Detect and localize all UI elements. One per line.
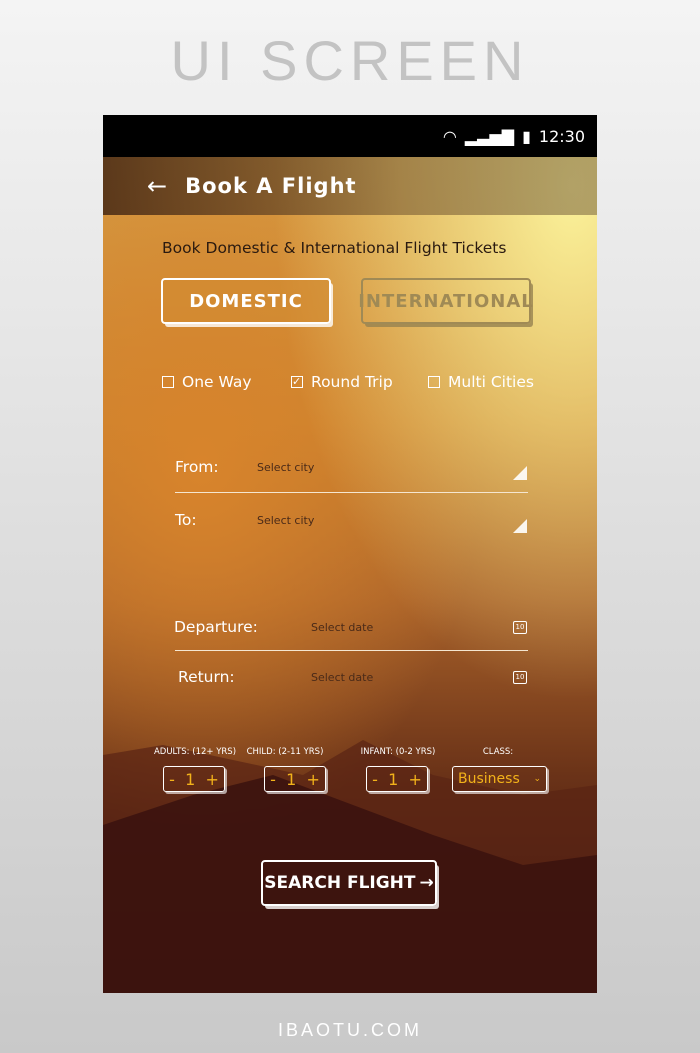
infant-label: INFANT: (0-2 YRS) <box>360 747 436 757</box>
departure-label: Departure: <box>174 618 258 636</box>
header-title: UI SCREEN <box>170 29 530 92</box>
adults-label: ADULTS: (12+ YRS) <box>153 747 237 757</box>
tab-international[interactable]: INTERNATIONAL <box>358 278 533 324</box>
divider <box>175 650 528 651</box>
class-value: Business <box>458 771 520 787</box>
stepper-value: 1 <box>286 769 297 789</box>
departure-placeholder: Select date <box>311 621 374 634</box>
checkbox-icon <box>428 376 440 388</box>
minus-button[interactable]: - <box>169 770 175 789</box>
to-placeholder: Select city <box>257 514 315 527</box>
dropdown-corner-icon <box>513 519 527 533</box>
from-placeholder: Select city <box>257 461 315 474</box>
app-bar: ← Book A Flight <box>103 157 597 215</box>
arrow-right-icon: → <box>419 873 434 893</box>
return-field[interactable]: Return: Select date 10 <box>175 668 527 692</box>
arrow-left-icon[interactable]: ← <box>147 172 167 200</box>
trip-one-way[interactable]: One Way <box>162 373 252 391</box>
page-title: Book A Flight <box>185 174 357 198</box>
trip-label: Multi Cities <box>448 373 534 391</box>
minus-button[interactable]: - <box>372 770 378 789</box>
stepper-value: 1 <box>388 769 399 789</box>
trip-round-trip[interactable]: ✓ Round Trip <box>291 373 393 391</box>
calendar-icon[interactable]: 10 <box>513 671 527 684</box>
footer-watermark: IBAOTU.COM <box>277 1020 422 1040</box>
search-label: SEARCH FLIGHT <box>264 873 416 893</box>
to-label: To: <box>175 511 197 529</box>
to-field[interactable]: To: Select city <box>175 511 527 535</box>
trip-multi-cities[interactable]: Multi Cities <box>428 373 534 391</box>
return-placeholder: Select date <box>311 671 374 684</box>
status-time: 12:30 <box>538 126 585 146</box>
status-bar: ◠ ▂▃▅▇ ▮ 12:30 <box>103 115 597 157</box>
adults-stepper[interactable]: -1 + <box>163 766 225 792</box>
checkbox-checked-icon: ✓ <box>291 375 303 388</box>
calendar-icon[interactable]: 10 <box>513 621 527 634</box>
from-label: From: <box>175 458 219 476</box>
dropdown-corner-icon <box>513 466 527 480</box>
plus-button[interactable]: + <box>306 770 319 789</box>
trip-label: One Way <box>182 373 252 391</box>
checkbox-icon <box>162 376 174 388</box>
divider <box>175 492 528 493</box>
stepper-value: 1 <box>185 769 196 789</box>
subtitle: Book Domestic & International Flight Tic… <box>162 239 507 257</box>
child-label: CHILD: (2-11 YRS) <box>246 747 324 757</box>
tab-domestic[interactable]: DOMESTIC <box>161 278 331 324</box>
plus-button[interactable]: + <box>408 770 421 789</box>
child-stepper[interactable]: -1 + <box>264 766 326 792</box>
class-select[interactable]: Business ⌄ <box>452 766 547 792</box>
departure-field[interactable]: Departure: Select date 10 <box>174 618 527 642</box>
return-label: Return: <box>178 668 235 686</box>
search-flight-button[interactable]: SEARCH FLIGHT → <box>261 860 437 906</box>
chevron-down-icon: ⌄ <box>533 774 541 784</box>
wifi-icon: ◠ <box>442 126 457 146</box>
battery-icon: ▮ <box>522 126 531 146</box>
class-label: CLASS: <box>482 747 514 757</box>
infant-stepper[interactable]: -1 + <box>366 766 428 792</box>
trip-label: Round Trip <box>311 373 393 391</box>
minus-button[interactable]: - <box>270 770 276 789</box>
from-field[interactable]: From: Select city <box>175 458 527 482</box>
phone-screen: ◠ ▂▃▅▇ ▮ 12:30 ← Book A Flight Book Dome… <box>103 115 597 993</box>
signal-icon: ▂▃▅▇ <box>464 126 515 146</box>
plus-button[interactable]: + <box>205 770 218 789</box>
